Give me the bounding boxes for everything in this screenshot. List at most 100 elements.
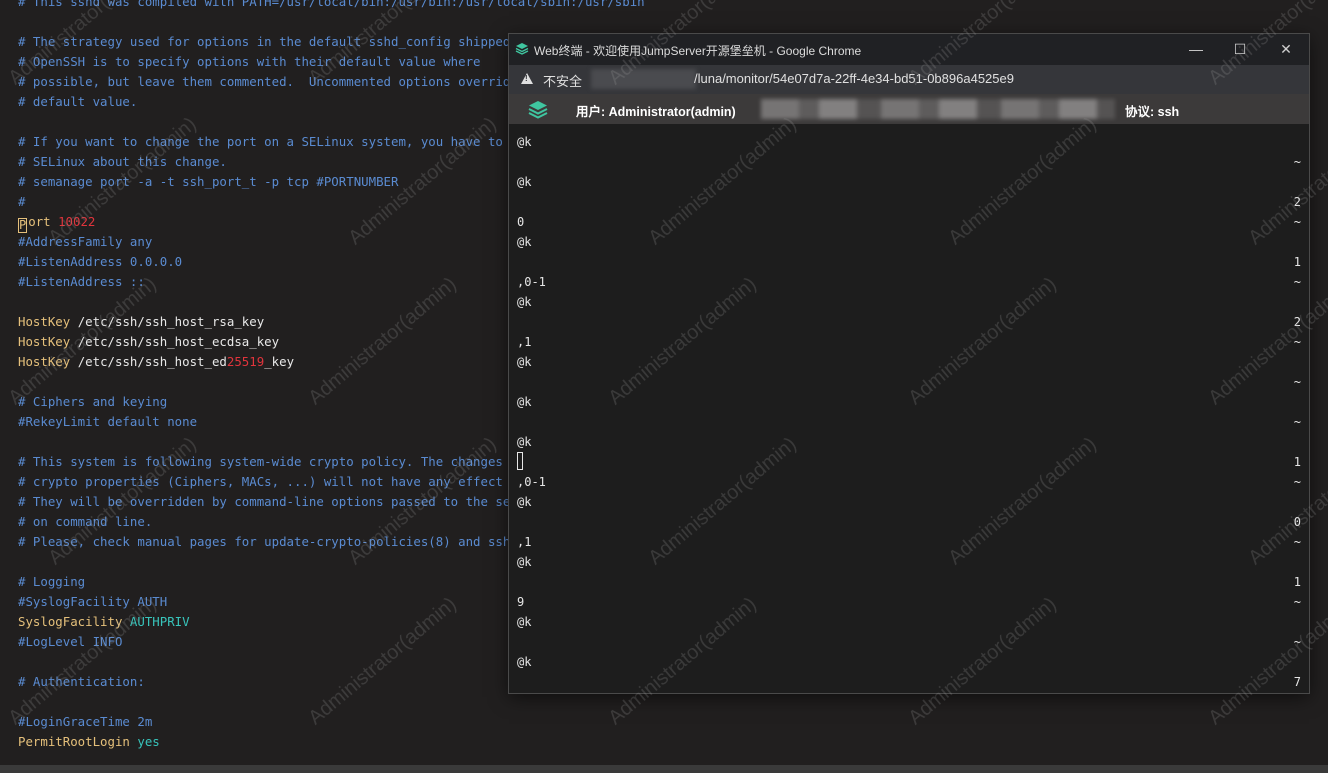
terminal-line: @k bbox=[517, 555, 532, 569]
terminal-right-mark: ~ bbox=[1293, 215, 1301, 229]
terminal-line: @k bbox=[517, 175, 532, 189]
code-line: #LoginGraceTime 2m bbox=[18, 712, 152, 732]
terminal-right-mark: ~ bbox=[1293, 415, 1301, 429]
chrome-popup-window[interactable]: Web终端 - 欢迎使用JumpServer开源堡垒机 - Google Chr… bbox=[509, 34, 1309, 693]
terminal-line: @k bbox=[517, 655, 532, 669]
code-token: #ListenAddress 0.0.0.0 bbox=[18, 254, 183, 269]
code-line: SyslogFacility AUTHPRIV bbox=[18, 612, 190, 632]
code-token: # semanage port -a -t ssh_port_t -p tcp … bbox=[18, 174, 399, 189]
terminal-right-mark: 0 bbox=[1293, 515, 1301, 529]
code-line: # Authentication: bbox=[18, 672, 145, 692]
close-icon: ✕ bbox=[1280, 41, 1292, 57]
code-line: # Ciphers and keying bbox=[18, 392, 167, 412]
code-token: yes bbox=[137, 734, 160, 749]
code-token: 10022 bbox=[58, 214, 96, 229]
terminal-right-mark: 7 bbox=[1293, 675, 1301, 689]
code-token: #LoginGraceTime 2m bbox=[18, 714, 153, 729]
not-secure-label[interactable]: 不安全 bbox=[543, 71, 582, 90]
code-token: #ListenAddress :: bbox=[18, 274, 145, 289]
terminal-line: @k bbox=[517, 395, 532, 409]
code-line: # The strategy used for options in the d… bbox=[18, 32, 548, 52]
code-token: # OpenSSH is to specify options with the… bbox=[18, 54, 481, 69]
minimize-button[interactable]: — bbox=[1185, 38, 1207, 60]
code-token: # If you want to change the port on a SE… bbox=[18, 134, 541, 149]
code-line: # bbox=[18, 192, 25, 212]
code-line: Port 10022 bbox=[18, 212, 96, 233]
jumpserver-logo-icon bbox=[528, 101, 548, 119]
jumpserver-app-icon bbox=[515, 43, 529, 55]
code-line: # on command line. bbox=[18, 512, 152, 532]
terminal-right-mark: ~ bbox=[1293, 275, 1301, 289]
terminal-right-mark: 1 bbox=[1293, 455, 1301, 469]
code-token: # crypto properties (Ciphers, MACs, ...)… bbox=[18, 474, 548, 489]
code-token: AUTHPRIV bbox=[129, 614, 190, 629]
redacted-host bbox=[591, 69, 696, 89]
code-token: # default value. bbox=[18, 94, 138, 109]
terminal-right-mark: ~ bbox=[1293, 375, 1301, 389]
code-token: PermitRootLogin bbox=[18, 734, 138, 749]
maximize-button[interactable]: ☐ bbox=[1229, 38, 1251, 60]
terminal-line: 9 bbox=[517, 595, 525, 609]
code-token: /etc/ssh/ssh_host_ed bbox=[77, 354, 227, 369]
terminal-right-mark: 1 bbox=[1293, 575, 1301, 589]
terminal-line: ,0-1 bbox=[517, 275, 546, 289]
code-line: HostKey /etc/ssh/ssh_host_rsa_key bbox=[18, 312, 264, 332]
code-token: HostKey bbox=[18, 334, 78, 349]
terminal-line: 0 bbox=[517, 215, 525, 229]
code-token: # Logging bbox=[18, 574, 86, 589]
code-token: # possible, but leave them commented. Un… bbox=[18, 74, 548, 89]
code-line: # Logging bbox=[18, 572, 85, 592]
terminal-output[interactable]: @k @k 0 @k ,0-1 @k ,1 @k @k @k ,0-1 @k ,1 @k 9 @k @k ~2 ~1… bbox=[509, 124, 1309, 693]
terminal-right-mark: ~ bbox=[1293, 335, 1301, 349]
protocol-label: 协议: ssh bbox=[1125, 105, 1180, 119]
user-label: 用户: Administrator(admin) bbox=[576, 105, 736, 119]
code-line: #AddressFamily any bbox=[18, 232, 152, 252]
terminal-line: ,1 bbox=[517, 535, 532, 549]
code-line: # This sshd was compiled with PATH=/usr/… bbox=[18, 0, 645, 12]
url-text[interactable]: /luna/monitor/54e07d7a-22ff-4e34-bd51-0b… bbox=[694, 71, 1014, 86]
window-titlebar[interactable]: Web终端 - 欢迎使用JumpServer开源堡垒机 - Google Chr… bbox=[509, 34, 1309, 65]
code-line: # possible, but leave them commented. Un… bbox=[18, 72, 548, 92]
terminal-line: @k bbox=[517, 495, 532, 509]
terminal-right-mark: 1 bbox=[1293, 255, 1301, 269]
terminal-line: @k bbox=[517, 135, 532, 149]
code-token: HostKey bbox=[18, 314, 78, 329]
code-token: #SyslogFacility AUTH bbox=[18, 594, 168, 609]
terminal-right-mark: ~ bbox=[1293, 535, 1301, 549]
code-line: # OpenSSH is to specify options with the… bbox=[18, 52, 481, 72]
code-token: #AddressFamily any bbox=[18, 234, 153, 249]
terminal-cursor bbox=[517, 452, 523, 470]
code-token: HostKey bbox=[18, 354, 78, 369]
terminal-line: ,1 bbox=[517, 335, 532, 349]
code-line: # crypto properties (Ciphers, MACs, ...)… bbox=[18, 472, 548, 492]
terminal-line: ,0-1 bbox=[517, 475, 546, 489]
code-line: HostKey /etc/ssh/ssh_host_ecdsa_key bbox=[18, 332, 279, 352]
redacted-info bbox=[761, 99, 1115, 119]
terminal-line: @k bbox=[517, 235, 532, 249]
terminal-line: @k bbox=[517, 615, 532, 629]
code-line: #LogLevel INFO bbox=[18, 632, 122, 652]
code-token: /etc/ssh/ssh_host_ecdsa_key bbox=[77, 334, 280, 349]
code-line: #RekeyLimit default none bbox=[18, 412, 197, 432]
code-line: # SELinux about this change. bbox=[18, 152, 227, 172]
address-bar[interactable]: 不安全 /luna/monitor/54e07d7a-22ff-4e34-bd5… bbox=[509, 65, 1309, 94]
code-token: # They will be overridden by command-lin… bbox=[18, 494, 541, 509]
terminal-right-mark: ~ bbox=[1293, 475, 1301, 489]
editor-cursor: P bbox=[18, 218, 28, 233]
code-line: # If you want to change the port on a SE… bbox=[18, 132, 540, 152]
close-button[interactable]: ✕ bbox=[1275, 38, 1297, 60]
code-line: PermitRootLogin yes bbox=[18, 732, 160, 752]
code-line: #ListenAddress :: bbox=[18, 272, 145, 292]
code-token: # SELinux about this change. bbox=[18, 154, 227, 169]
code-token: ort bbox=[28, 214, 59, 229]
code-line: # semanage port -a -t ssh_port_t -p tcp … bbox=[18, 172, 398, 192]
code-token: /etc/ssh/ssh_host_rsa_key bbox=[77, 314, 265, 329]
code-token: # Authentication: bbox=[18, 674, 145, 689]
code-line: #SyslogFacility AUTH bbox=[18, 592, 167, 612]
terminal-right-mark: ~ bbox=[1293, 635, 1301, 649]
code-token: # This system is following system-wide c… bbox=[18, 454, 526, 469]
terminal-right-mark: ~ bbox=[1293, 595, 1301, 609]
terminal-line: @k bbox=[517, 435, 532, 449]
code-token: _key bbox=[264, 354, 295, 369]
session-info-bar: 用户: Administrator(admin) 协议: ssh bbox=[509, 94, 1309, 124]
